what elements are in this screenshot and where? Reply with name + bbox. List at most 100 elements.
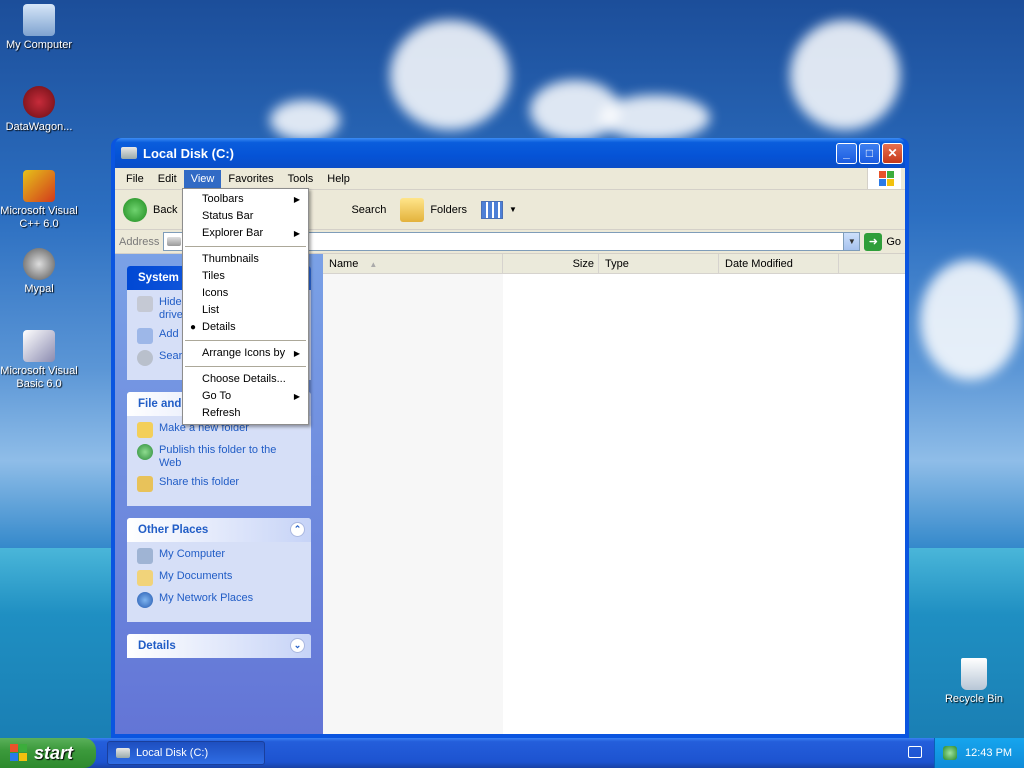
views-button[interactable]: ▼ bbox=[481, 200, 517, 219]
folders-button[interactable]: Folders bbox=[400, 197, 468, 222]
task-share-folder[interactable]: Share this folder bbox=[137, 476, 301, 492]
clock[interactable]: 12:43 PM bbox=[965, 747, 1012, 759]
other-places-header[interactable]: Other Places ⌃ bbox=[127, 518, 311, 542]
menu-status-bar[interactable]: Status Bar bbox=[183, 208, 308, 225]
menu-item-label: Arrange Icons by bbox=[202, 347, 286, 359]
my-computer-small-icon bbox=[137, 548, 153, 564]
hide-drive-icon bbox=[137, 296, 153, 312]
submenu-arrow-icon: ▶ bbox=[293, 229, 300, 238]
desktop-icon-mypal[interactable]: Mypal bbox=[0, 248, 78, 296]
mypal-icon bbox=[23, 248, 55, 280]
drive-small-icon bbox=[167, 237, 182, 246]
task-label: Share this folder bbox=[159, 476, 240, 488]
sort-ascending-icon: ▲ bbox=[369, 260, 378, 269]
menu-list[interactable]: List bbox=[183, 302, 308, 319]
desktop-icon-label: Mypal bbox=[24, 283, 54, 295]
search-button[interactable]: Search bbox=[351, 204, 386, 216]
desktop-icon-recycle-bin[interactable]: Recycle Bin bbox=[935, 658, 1013, 706]
start-button[interactable]: start bbox=[0, 738, 96, 768]
desktop-icon-visual-cpp[interactable]: Microsoft Visual C++ 6.0 bbox=[0, 170, 78, 231]
column-type[interactable]: Type bbox=[599, 254, 719, 273]
go-button[interactable]: ➜ Go bbox=[864, 232, 901, 251]
menu-tiles[interactable]: Tiles bbox=[183, 268, 308, 285]
desktop-icon-datawagon[interactable]: DataWagon... bbox=[0, 86, 78, 134]
menu-item-label: Tiles bbox=[202, 270, 225, 282]
place-network[interactable]: My Network Places bbox=[137, 592, 301, 608]
windows-flag-icon bbox=[10, 744, 28, 762]
folders-label: Folders bbox=[430, 203, 468, 216]
task-publish-web[interactable]: Publish this folder to the Web bbox=[137, 444, 301, 470]
menu-item-label: Toolbars bbox=[202, 193, 244, 205]
menu-file[interactable]: File bbox=[119, 170, 151, 188]
place-label: My Computer bbox=[159, 548, 226, 560]
taskbar-window-button[interactable]: Local Disk (C:) bbox=[107, 741, 265, 765]
place-my-documents[interactable]: My Documents bbox=[137, 570, 301, 586]
drive-taskbar-icon bbox=[116, 748, 130, 758]
submenu-arrow-icon: ▶ bbox=[293, 195, 300, 204]
keyboard-icon[interactable] bbox=[908, 746, 922, 758]
menu-item-label: Details bbox=[202, 321, 236, 333]
collapse-up-icon[interactable]: ⌃ bbox=[290, 522, 305, 537]
go-label: Go bbox=[886, 235, 901, 248]
menu-separator bbox=[185, 340, 306, 341]
recycle-bin-icon bbox=[961, 658, 987, 690]
submenu-arrow-icon: ▶ bbox=[293, 392, 300, 401]
close-button[interactable]: ✕ bbox=[882, 142, 903, 164]
menu-edit[interactable]: Edit bbox=[151, 170, 184, 188]
menu-view[interactable]: View bbox=[183, 169, 222, 188]
column-date-modified[interactable]: Date Modified bbox=[719, 254, 839, 273]
visual-basic-icon bbox=[23, 330, 55, 362]
chevron-down-icon: ▼ bbox=[509, 205, 517, 214]
expand-down-icon[interactable]: ⌄ bbox=[290, 638, 305, 653]
menu-refresh[interactable]: Refresh bbox=[183, 405, 308, 422]
title-bar[interactable]: Local Disk (C:) _ □ ✕ bbox=[115, 138, 905, 168]
minimize-button[interactable]: _ bbox=[836, 142, 857, 164]
menu-item-label: Explorer Bar bbox=[202, 227, 264, 239]
column-name[interactable]: Name ▲ bbox=[323, 254, 503, 273]
menu-arrange-icons-by[interactable]: Arrange Icons by ▶ bbox=[183, 345, 308, 362]
menu-favorites[interactable]: Favorites bbox=[221, 170, 280, 188]
menu-tools[interactable]: Tools bbox=[281, 170, 321, 188]
column-size[interactable]: Size bbox=[503, 254, 599, 273]
desktop-icon-label: Recycle Bin bbox=[944, 693, 1004, 705]
menu-item-label: Status Bar bbox=[202, 210, 254, 222]
my-computer-icon bbox=[23, 4, 55, 36]
datawagon-icon bbox=[23, 86, 55, 118]
details-title: Details bbox=[138, 640, 176, 652]
maximize-button[interactable]: □ bbox=[859, 142, 880, 164]
menu-toolbars[interactable]: Toolbars ▶ bbox=[183, 191, 308, 208]
menu-explorer-bar[interactable]: Explorer Bar ▶ bbox=[183, 225, 308, 242]
address-dropdown-icon[interactable]: ▼ bbox=[843, 233, 860, 250]
desktop-icon-label: Microsoft Visual Basic 6.0 bbox=[0, 365, 78, 390]
other-places-title: Other Places bbox=[138, 524, 209, 536]
back-button[interactable]: Back bbox=[123, 197, 177, 222]
windows-logo-icon bbox=[867, 168, 901, 189]
cloud bbox=[920, 260, 1020, 380]
desktop-icon-my-computer[interactable]: My Computer bbox=[0, 4, 78, 52]
desktop-icon-label: DataWagon... bbox=[5, 121, 73, 133]
menu-item-label: Thumbnails bbox=[202, 253, 259, 265]
details-header[interactable]: Details ⌄ bbox=[127, 634, 311, 658]
menu-icons[interactable]: Icons bbox=[183, 285, 308, 302]
menu-item-label: Refresh bbox=[202, 407, 241, 419]
place-label: My Documents bbox=[159, 570, 233, 582]
safely-remove-icon[interactable] bbox=[943, 746, 957, 760]
list-header: Name ▲ Size Type Date Modified bbox=[323, 254, 905, 274]
add-remove-icon bbox=[137, 328, 153, 344]
folder-icon bbox=[400, 197, 425, 222]
desktop-icon-visual-basic[interactable]: Microsoft Visual Basic 6.0 bbox=[0, 330, 78, 391]
menu-item-label: Icons bbox=[202, 287, 229, 299]
views-icon bbox=[481, 200, 504, 219]
menu-item-label: Choose Details... bbox=[202, 373, 286, 385]
menu-help[interactable]: Help bbox=[320, 170, 357, 188]
search-label: Search bbox=[351, 203, 387, 216]
sorted-column-highlight bbox=[323, 274, 503, 734]
menu-go-to[interactable]: Go To ▶ bbox=[183, 388, 308, 405]
menu-details[interactable]: ● Details bbox=[183, 319, 308, 336]
place-my-computer[interactable]: My Computer bbox=[137, 548, 301, 564]
address-label: Address bbox=[119, 235, 160, 248]
menu-thumbnails[interactable]: Thumbnails bbox=[183, 251, 308, 268]
menu-choose-details[interactable]: Choose Details... bbox=[183, 371, 308, 388]
file-list[interactable]: Name ▲ Size Type Date Modified bbox=[323, 254, 905, 734]
file-folder-tasks-body: Make a new folder Publish this folder to… bbox=[127, 416, 311, 506]
